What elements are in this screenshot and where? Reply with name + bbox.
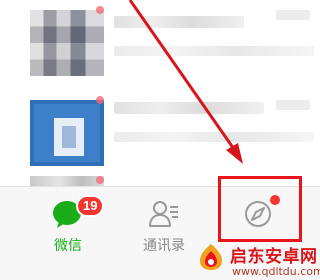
site-watermark: 启东安卓网 www.qdltdu.com [196, 240, 320, 280]
tab-chats[interactable]: 19 微信 [28, 187, 108, 261]
chat-list [0, 0, 320, 190]
avatar [30, 10, 104, 76]
chat-name-blurred [114, 102, 264, 114]
chat-name-blurred [114, 16, 244, 28]
chat-list-item[interactable] [0, 86, 320, 172]
avatar [30, 100, 104, 166]
chat-list-item[interactable] [0, 0, 320, 82]
highlight-box [218, 176, 302, 242]
unread-dot [96, 6, 104, 14]
chat-time-blurred [276, 10, 310, 20]
unread-dot [96, 176, 104, 184]
watermark-title: 启东安卓网 [230, 247, 318, 267]
tab-contacts[interactable]: 通讯录 [124, 187, 204, 261]
watermark-logo-icon [200, 244, 222, 270]
unread-dot [96, 96, 104, 104]
tab-label: 微信 [54, 238, 82, 254]
contacts-icon [149, 201, 178, 227]
tab-label: 通讯录 [143, 238, 185, 254]
chat-preview-blurred [114, 132, 314, 142]
watermark-url: www.qdltdu.com [232, 265, 320, 278]
chat-time-blurred [276, 100, 310, 110]
unread-badge: 19 [76, 195, 105, 217]
chat-preview-blurred [114, 46, 314, 56]
